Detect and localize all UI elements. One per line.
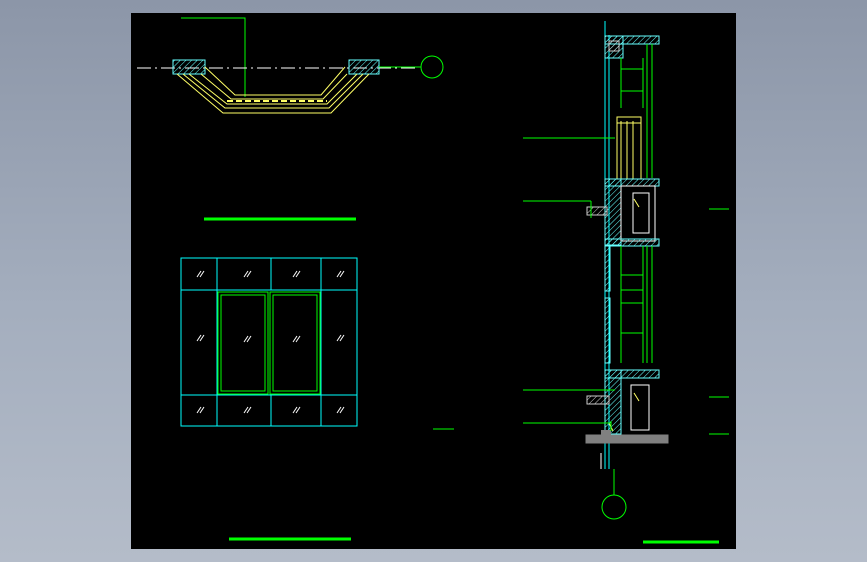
workspace-background	[0, 0, 867, 562]
section-mid-slab-2	[604, 238, 660, 247]
cad-drawing-canvas[interactable]	[131, 13, 736, 549]
section-ground	[585, 434, 669, 444]
plan-bay-outline-innermost	[204, 66, 346, 96]
cad-drawing	[137, 17, 729, 544]
window-elevation	[180, 257, 454, 541]
elevation-sash-right	[269, 291, 321, 395]
section-axis-bubble	[601, 494, 627, 520]
plan-wall-left	[172, 59, 206, 75]
plan-axis-bubble	[420, 55, 444, 79]
wall-section	[523, 21, 729, 544]
elevation-sash-left	[217, 291, 269, 395]
plan-bay-outline-outer	[176, 73, 370, 114]
plan-wall-right	[348, 59, 380, 75]
bay-window-plan	[137, 17, 444, 221]
elevation-outer-frame	[180, 257, 358, 427]
